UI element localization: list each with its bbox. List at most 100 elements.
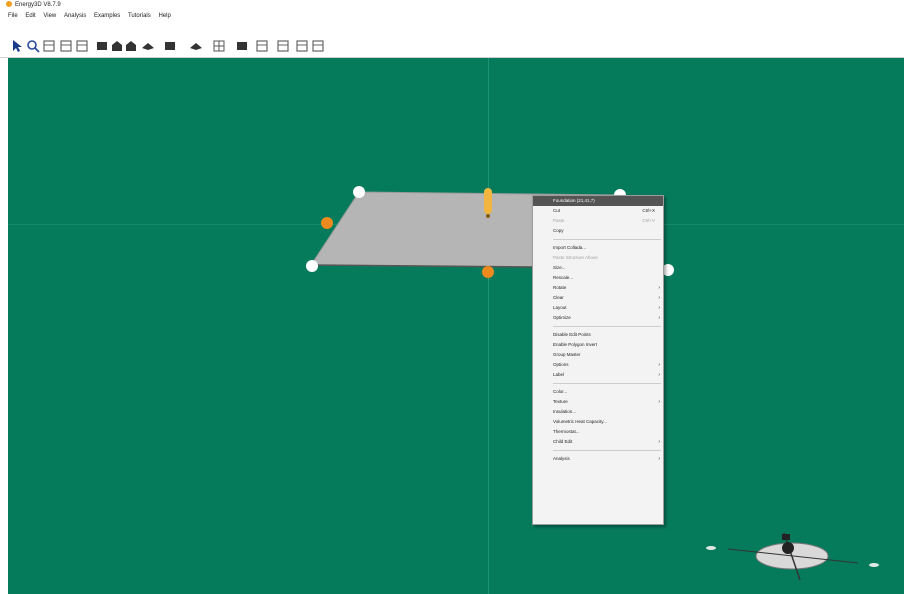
menu-separator [553, 383, 661, 384]
shadow-tool-icon[interactable] [311, 39, 325, 53]
submenu-arrow-icon: › [658, 315, 660, 321]
menu-item-label: Thermostat... [553, 429, 580, 434]
menu-item-label: Disable Edit Points [553, 332, 591, 337]
menu-item-shortcut: Ctrl+X [642, 208, 655, 213]
menu-separator [553, 239, 661, 240]
menu-view[interactable]: View [43, 11, 56, 21]
submenu-arrow-icon: › [658, 372, 660, 378]
pan-view-icon[interactable] [59, 39, 73, 53]
context-menu-item-layout[interactable]: Layout › [533, 303, 663, 313]
edge-handle[interactable] [321, 217, 333, 229]
context-menu-item-disable-edit-points[interactable]: Disable Edit Points [533, 330, 663, 340]
context-menu-item-paste: Paste Ctrl+V [533, 216, 663, 226]
move-handle-base [486, 214, 490, 218]
menu-bar: File Edit View Analysis Examples Tutoria… [0, 11, 904, 21]
menu-item-label: Label [553, 372, 565, 377]
context-menu-item-size[interactable]: Size... [533, 263, 663, 273]
context-menu-item-cut[interactable]: Cut Ctrl+X [533, 206, 663, 216]
context-menu-item-color[interactable]: Color... [533, 387, 663, 397]
menu-item-shortcut: Ctrl+V [642, 218, 655, 223]
context-menu-item-foundation-21-41-7[interactable]: Foundation (21,41,7) [533, 196, 663, 206]
context-menu-item-child-edit[interactable]: Child Edit › [533, 437, 663, 447]
roof-tool-icon[interactable] [141, 39, 155, 53]
submenu-arrow-icon: › [658, 295, 660, 301]
context-menu-item-analysis[interactable]: Analysis › [533, 454, 663, 464]
menu-item-label: Size... [553, 265, 566, 270]
menu-item-label: Optimize [553, 315, 571, 320]
menu-item-label: Paste Structure Above [553, 255, 598, 260]
toolbar [0, 22, 904, 58]
corner-handle[interactable] [306, 260, 318, 272]
context-menu-item-copy[interactable]: Copy [533, 226, 663, 236]
compass-widget [706, 532, 879, 581]
select-tool-icon[interactable] [11, 39, 25, 53]
menu-item-label: Layout [553, 305, 567, 310]
menu-item-label: Enable Polygon Invert [553, 342, 598, 347]
rotate-view-icon[interactable] [42, 39, 56, 53]
menu-item-label: Foundation (21,41,7) [553, 198, 595, 203]
menu-item-label: Analysis [553, 456, 570, 461]
submenu-arrow-icon: › [658, 362, 660, 368]
context-menu-item-paste-structure-above: Paste Structure Above [533, 253, 663, 263]
zoom-tool-icon[interactable] [26, 39, 40, 53]
corner-handle[interactable] [353, 186, 365, 198]
menu-item-label: Child Edit [553, 439, 573, 444]
menu-file[interactable]: File [8, 11, 18, 21]
submenu-arrow-icon: › [658, 305, 660, 311]
title-bar: Energy3D V8.7.9 [0, 0, 904, 11]
context-menu-item-label[interactable]: Label › [533, 370, 663, 380]
app-logo-icon [6, 1, 12, 7]
submenu-arrow-icon: › [658, 439, 660, 445]
foundation-tool-icon[interactable] [95, 39, 109, 53]
context-menu-item-group-master[interactable]: Group Master [533, 350, 663, 360]
context-menu-item-options[interactable]: Options › [533, 360, 663, 370]
window-tool-icon[interactable] [212, 39, 226, 53]
menu-item-label: Options [553, 362, 569, 367]
menu-item-label: Cut [553, 208, 561, 213]
solar-panel-tool-icon[interactable] [163, 39, 177, 53]
menu-separator [553, 450, 661, 451]
edge-handle[interactable] [482, 266, 494, 278]
context-menu-item-volumetric-heat-capacity[interactable]: Volumetric Heat Capacity... [533, 417, 663, 427]
context-menu-item-insulation[interactable]: Insulation... [533, 407, 663, 417]
menu-tutorials[interactable]: Tutorials [128, 11, 151, 21]
context-menu-item-rescale[interactable]: Rescale... [533, 273, 663, 283]
menu-item-label: Import Collada... [553, 245, 587, 250]
building-tool-icon[interactable] [124, 39, 138, 53]
reset-view-icon[interactable] [75, 39, 89, 53]
human-tool-icon[interactable] [235, 39, 249, 53]
wall-tool-icon[interactable] [110, 39, 124, 53]
menu-help[interactable]: Help [158, 11, 170, 21]
annotation-tool-icon[interactable] [276, 39, 290, 53]
submenu-arrow-icon: › [658, 456, 660, 462]
heliodon-tool-icon[interactable] [295, 39, 309, 53]
sun-tool-icon[interactable] [255, 39, 269, 53]
menu-separator [553, 326, 661, 327]
context-menu-item-optimize[interactable]: Optimize › [533, 313, 663, 323]
scene [306, 186, 879, 581]
move-handle[interactable] [484, 188, 492, 214]
context-menu-item-import-collada[interactable]: Import Collada... [533, 243, 663, 253]
menu-item-label: Group Master [553, 352, 581, 357]
menu-item-label: Volumetric Heat Capacity... [553, 419, 607, 424]
submenu-arrow-icon: › [658, 285, 660, 291]
context-menu-item-enable-polygon-invert[interactable]: Enable Polygon Invert [533, 340, 663, 350]
menu-item-label: Texture [553, 399, 568, 404]
menu-item-label: Color... [553, 389, 568, 394]
context-menu-item-thermostat[interactable]: Thermostat... [533, 427, 663, 437]
tree-tool-icon[interactable] [189, 39, 203, 53]
3d-viewport[interactable] [8, 58, 904, 594]
menu-item-label: Rescale... [553, 275, 574, 280]
context-menu: Foundation (21,41,7) Cut Ctrl+X Paste Ctrl+V… [532, 195, 664, 525]
menu-edit[interactable]: Edit [25, 11, 35, 21]
context-menu-item-clear[interactable]: Clear › [533, 293, 663, 303]
menu-analysis[interactable]: Analysis [64, 11, 86, 21]
context-menu-item-rotate[interactable]: Rotate › [533, 283, 663, 293]
menu-item-label: Paste [553, 218, 565, 223]
menu-item-label: Clear [553, 295, 564, 300]
menu-item-label: Copy [553, 228, 564, 233]
window-title: Energy3D V8.7.9 [15, 2, 61, 8]
menu-examples[interactable]: Examples [94, 11, 120, 21]
context-menu-item-texture[interactable]: Texture › [533, 397, 663, 407]
submenu-arrow-icon: › [658, 399, 660, 405]
